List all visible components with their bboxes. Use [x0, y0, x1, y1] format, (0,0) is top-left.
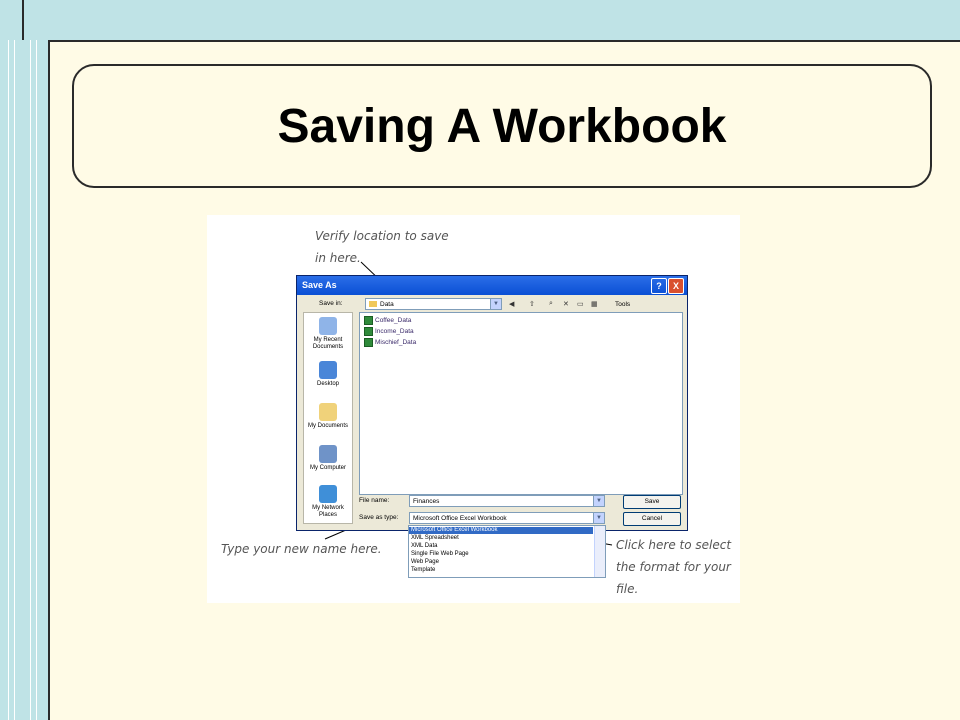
tools-menu[interactable]: Tools — [615, 301, 630, 308]
file-item[interactable]: Coffee_Data — [364, 316, 411, 325]
recent-documents-icon — [319, 317, 337, 335]
excel-file-icon — [364, 338, 373, 347]
slide-title: Saving A Workbook — [277, 99, 727, 153]
place-my-network[interactable]: My Network Places — [304, 485, 352, 519]
cancel-button[interactable]: Cancel — [623, 512, 681, 526]
file-item[interactable]: Income_Data — [364, 327, 414, 336]
file-name-value: Finances — [413, 498, 440, 505]
save-as-type-label: Save as type: — [359, 514, 399, 521]
new-folder-icon[interactable]: ▭ — [577, 300, 584, 308]
file-item[interactable]: Mischief_Data — [364, 338, 416, 347]
excel-file-icon — [364, 327, 373, 336]
back-icon[interactable]: ◀ — [509, 300, 514, 308]
save-in-label: Save in: — [319, 300, 343, 307]
type-option[interactable]: Web Page — [411, 559, 591, 566]
excel-file-icon — [364, 316, 373, 325]
save-button[interactable]: Save — [623, 495, 681, 509]
dropdown-scrollbar[interactable] — [594, 526, 605, 577]
my-computer-icon — [319, 445, 337, 463]
type-option[interactable]: Single File Web Page — [411, 551, 591, 558]
folder-icon — [369, 301, 377, 308]
save-as-type-value: Microsoft Office Excel Workbook — [413, 515, 507, 522]
type-option[interactable]: Microsoft Office Excel Workbook — [409, 527, 593, 534]
close-button[interactable]: X — [668, 278, 684, 294]
chevron-down-icon[interactable]: ▼ — [593, 496, 604, 506]
dialog-title: Save As — [302, 280, 337, 290]
delete-icon[interactable]: ✕ — [563, 300, 569, 308]
chevron-down-icon[interactable]: ▼ — [490, 299, 501, 309]
places-bar: My Recent Documents Desktop My Documents… — [303, 312, 353, 524]
save-in-combo[interactable]: Data ▼ — [365, 298, 502, 310]
up-folder-icon[interactable]: ⇧ — [529, 300, 535, 308]
file-name-label: File name: — [359, 497, 390, 504]
file-list[interactable]: Coffee_Data Income_Data Mischief_Data — [359, 312, 683, 495]
save-as-figure: Verify location to save in here. Type you… — [207, 215, 740, 603]
search-web-icon[interactable]: ⌕ — [549, 300, 553, 308]
type-option[interactable]: XML Data — [411, 543, 591, 550]
chevron-down-icon[interactable]: ▼ — [593, 513, 604, 523]
place-my-computer[interactable]: My Computer — [304, 445, 352, 472]
help-button[interactable]: ? — [651, 278, 667, 294]
slide-left-frame — [0, 40, 50, 720]
type-option[interactable]: Template — [411, 567, 591, 574]
network-places-icon — [319, 485, 337, 503]
save-as-dialog: Save As ? X Save in: Data ▼ ◀ ⇧ ⌕ ✕ ▭ ▦ … — [296, 275, 688, 531]
dialog-titlebar: Save As ? X — [297, 276, 687, 295]
place-recent[interactable]: My Recent Documents — [304, 317, 352, 351]
slide-title-box: Saving A Workbook — [72, 64, 932, 188]
slide-top-corner — [0, 0, 24, 40]
place-my-documents[interactable]: My Documents — [304, 403, 352, 430]
my-documents-icon — [319, 403, 337, 421]
desktop-icon — [319, 361, 337, 379]
save-as-type-select[interactable]: Microsoft Office Excel Workbook ▼ — [409, 512, 605, 524]
save-in-value: Data — [380, 301, 394, 308]
save-as-type-dropdown[interactable]: Microsoft Office Excel Workbook XML Spre… — [408, 525, 606, 578]
type-option[interactable]: XML Spreadsheet — [411, 535, 591, 542]
slide-top-frame — [0, 0, 960, 42]
views-icon[interactable]: ▦ — [591, 300, 598, 308]
place-desktop[interactable]: Desktop — [304, 361, 352, 388]
file-name-input[interactable]: Finances ▼ — [409, 495, 605, 507]
